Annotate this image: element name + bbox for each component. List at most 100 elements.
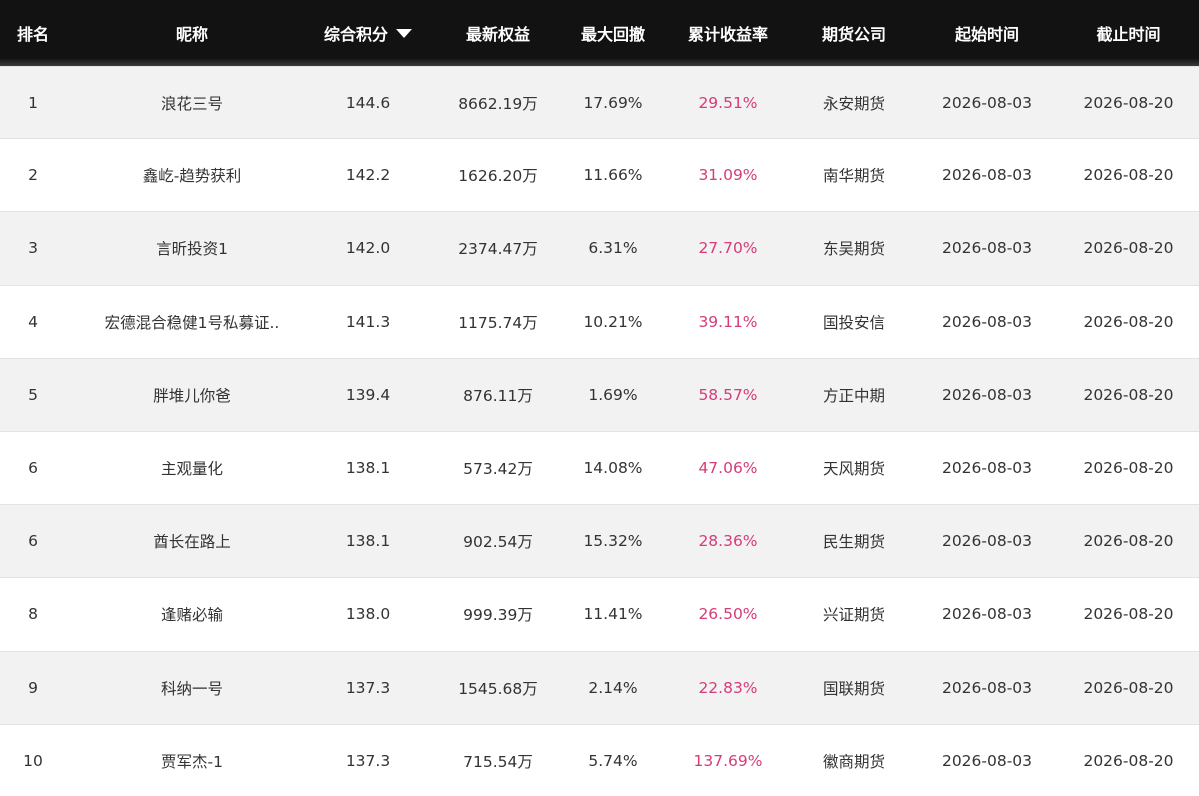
nickname-link[interactable]: 主观量化 <box>161 457 223 479</box>
cell-end-date: 2026-08-20 <box>1083 312 1174 331</box>
cell-end-date: 2026-08-20 <box>1083 678 1174 697</box>
table-row[interactable]: 8 逢赌必输 138.0 999.39万 11.41% 26.50% 兴证期货 2026-08… <box>0 578 1199 652</box>
cell-max-drawdown: 17.69% <box>583 93 643 112</box>
cell-score: 141.3 <box>345 312 391 331</box>
table-row[interactable]: 6 主观量化 138.1 573.42万 14.08% 47.06% 天风期货 2026-08… <box>0 431 1199 506</box>
cell-cumulative-return: 31.09% <box>698 166 758 185</box>
cell-rank: 6 <box>28 459 38 478</box>
cell-cumulative-return: 29.51% <box>698 93 758 112</box>
cell-cumulative-return: 39.11% <box>698 312 758 331</box>
cell-start-date: 2026-08-03 <box>941 93 1033 112</box>
cell-start-date: 2026-08-03 <box>941 751 1033 770</box>
cell-score: 138.1 <box>345 532 391 551</box>
cell-start-date: 2026-08-03 <box>941 605 1033 624</box>
cell-end-date: 2026-08-20 <box>1083 459 1174 478</box>
cell-equity: 8662.19万 <box>458 94 538 113</box>
cell-cumulative-return: 137.69% <box>693 751 763 770</box>
table-row[interactable]: 2 鑫屹-趋势获利 142.2 1626.20万 11.66% 31.09% 南华期货 202… <box>0 139 1199 213</box>
header-end-date[interactable]: 截止时间 <box>1058 0 1199 66</box>
cell-rank: 1 <box>28 93 38 112</box>
nickname-link[interactable]: 科纳一号 <box>161 677 223 699</box>
table-row[interactable]: 3 言昕投资1 142.0 2374.47万 6.31% 27.70% 东吴期货 2026-0… <box>0 212 1199 286</box>
nickname-link[interactable]: 浪花三号 <box>161 92 223 114</box>
caret-down-icon[interactable] <box>396 29 412 38</box>
table-row[interactable]: 1 浪花三号 144.6 8662.19万 17.69% 29.51% 永安期货 2026-0… <box>0 66 1199 140</box>
cell-score: 138.1 <box>345 459 391 478</box>
cell-start-date: 2026-08-03 <box>941 166 1033 185</box>
ranking-table: 排名 昵称 综合积分 最新权益 最大回撤 累计收益率 期货公司 起始时间 截止时… <box>0 0 1199 796</box>
cell-nickname[interactable]: 宏德混合稳健1号私募证.. <box>66 286 318 358</box>
header-broker[interactable]: 期货公司 <box>792 0 916 66</box>
cell-nickname[interactable]: 科纳一号 <box>66 652 318 724</box>
nickname-link[interactable]: 胖堆儿你爸 <box>153 384 231 406</box>
table-row[interactable]: 4 宏德混合稳健1号私募证.. 141.3 1175.74万 10.21% 39.11% 国… <box>0 285 1199 359</box>
cell-cumulative-return: 28.36% <box>698 532 758 551</box>
cell-max-drawdown: 15.32% <box>583 532 643 551</box>
cell-score: 139.4 <box>345 385 391 404</box>
cell-cumulative-return: 26.50% <box>698 605 758 624</box>
cell-equity: 999.39万 <box>463 606 533 625</box>
nickname-link[interactable]: 言昕投资1 <box>156 237 228 259</box>
table-row[interactable]: 10 贾军杰-1 137.3 715.54万 5.74% 137.69% 徽商期货 2026-… <box>0 724 1199 796</box>
table-row[interactable]: 9 科纳一号 137.3 1545.68万 2.14% 22.83% 国联期货 2026-08… <box>0 651 1199 725</box>
cell-start-date: 2026-08-03 <box>941 532 1033 551</box>
cell-end-date: 2026-08-20 <box>1083 532 1174 551</box>
table-body: 1 浪花三号 144.6 8662.19万 17.69% 29.51% 永安期货 2026-0… <box>0 66 1199 796</box>
cell-rank: 9 <box>28 678 38 697</box>
cell-nickname[interactable]: 贾军杰-1 <box>66 725 318 796</box>
cell-nickname[interactable]: 逢赌必输 <box>66 578 318 650</box>
nickname-link[interactable]: 酋长在路上 <box>153 530 231 552</box>
cell-score: 138.0 <box>345 605 391 624</box>
header-max-drawdown[interactable]: 最大回撤 <box>562 0 664 66</box>
cell-rank: 2 <box>28 166 38 185</box>
table-row[interactable]: 5 胖堆儿你爸 139.4 876.11万 1.69% 58.57% 方正中期 2026-08… <box>0 358 1199 432</box>
cell-broker: 民生期货 <box>822 533 885 552</box>
cell-max-drawdown: 1.69% <box>588 385 638 404</box>
cell-cumulative-return: 27.70% <box>698 239 758 258</box>
cell-broker: 国投安信 <box>822 313 885 332</box>
cell-equity: 1626.20万 <box>458 167 538 186</box>
cell-rank: 8 <box>28 605 38 624</box>
cell-broker: 永安期货 <box>822 94 885 113</box>
nickname-link[interactable]: 宏德混合稳健1号私募证.. <box>105 311 280 333</box>
cell-max-drawdown: 10.21% <box>583 312 643 331</box>
cell-nickname[interactable]: 言昕投资1 <box>66 212 318 284</box>
header-start-date[interactable]: 起始时间 <box>916 0 1058 66</box>
cell-start-date: 2026-08-03 <box>941 678 1033 697</box>
header-cumulative-return[interactable]: 累计收益率 <box>664 0 792 66</box>
cell-rank: 5 <box>28 385 38 404</box>
cell-end-date: 2026-08-20 <box>1083 605 1174 624</box>
cell-equity: 1545.68万 <box>458 679 538 698</box>
nickname-link[interactable]: 贾军杰-1 <box>161 750 223 772</box>
cell-cumulative-return: 22.83% <box>698 678 758 697</box>
cell-max-drawdown: 5.74% <box>588 751 638 770</box>
cell-start-date: 2026-08-03 <box>941 239 1033 258</box>
table-row[interactable]: 6 酋长在路上 138.1 902.54万 15.32% 28.36% 民生期货 2026-0… <box>0 505 1199 579</box>
cell-nickname[interactable]: 主观量化 <box>66 432 318 504</box>
cell-nickname[interactable]: 浪花三号 <box>66 67 318 138</box>
header-equity[interactable]: 最新权益 <box>434 0 562 66</box>
header-rank[interactable]: 排名 <box>0 0 66 66</box>
cell-broker: 天风期货 <box>822 460 885 479</box>
cell-nickname[interactable]: 鑫屹-趋势获利 <box>66 139 318 211</box>
cell-start-date: 2026-08-03 <box>941 385 1033 404</box>
cell-start-date: 2026-08-03 <box>941 459 1033 478</box>
cell-equity: 2374.47万 <box>458 240 538 259</box>
nickname-link[interactable]: 逢赌必输 <box>161 603 223 625</box>
cell-max-drawdown: 11.41% <box>583 605 643 624</box>
cell-max-drawdown: 14.08% <box>583 459 643 478</box>
cell-equity: 715.54万 <box>463 752 533 771</box>
cell-end-date: 2026-08-20 <box>1083 166 1174 185</box>
header-nickname[interactable]: 昵称 <box>66 0 318 66</box>
cell-cumulative-return: 47.06% <box>698 459 758 478</box>
cell-score: 142.0 <box>345 239 391 258</box>
cell-nickname[interactable]: 胖堆儿你爸 <box>66 359 318 431</box>
cell-max-drawdown: 11.66% <box>583 166 643 185</box>
nickname-link[interactable]: 鑫屹-趋势获利 <box>143 164 242 186</box>
cell-nickname[interactable]: 酋长在路上 <box>66 505 318 577</box>
cell-broker: 方正中期 <box>822 386 885 405</box>
cell-rank: 6 <box>28 532 38 551</box>
header-score[interactable]: 综合积分 <box>302 0 434 66</box>
cell-rank: 3 <box>28 239 38 258</box>
cell-score: 144.6 <box>345 93 391 112</box>
